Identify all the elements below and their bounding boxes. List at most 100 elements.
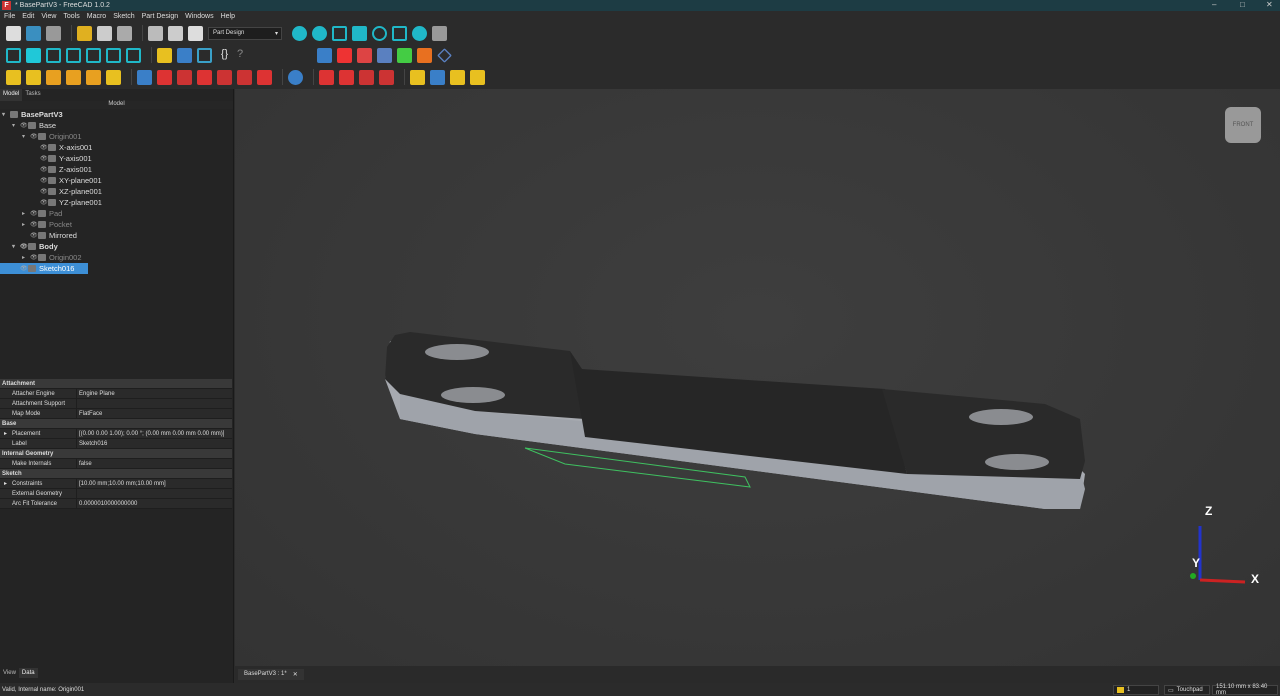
pipe-icon[interactable]	[66, 69, 81, 85]
expand-arrow-icon[interactable]: ▸	[4, 480, 7, 487]
expand-arrow-icon[interactable]: ▸	[22, 254, 30, 261]
tab-view[interactable]: View	[0, 668, 19, 678]
close-button[interactable]: ✕	[1266, 0, 1273, 9]
menu-macro[interactable]: Macro	[87, 13, 106, 20]
visibility-eye-icon[interactable]: 👁	[30, 133, 38, 140]
navigation-cube[interactable]: FRONT	[1225, 107, 1261, 143]
property-value[interactable]: Engine Plane	[77, 391, 115, 397]
visibility-eye-icon[interactable]: 👁	[40, 166, 48, 173]
view-top-icon[interactable]	[46, 47, 61, 63]
polar-pattern-icon[interactable]	[450, 69, 465, 85]
menu-file[interactable]: File	[4, 13, 15, 20]
tree-item[interactable]: ▸ 👁 Pocket	[0, 219, 233, 230]
close-tab-icon[interactable]: ✕	[293, 671, 298, 678]
zoom-icon[interactable]	[412, 25, 427, 41]
visibility-eye-icon[interactable]: 👁	[30, 232, 38, 239]
property-row[interactable]: External Geometry	[0, 489, 232, 499]
linear-pattern-icon[interactable]	[430, 69, 445, 85]
view-right-icon[interactable]	[66, 47, 81, 63]
view-front-icon[interactable]	[26, 47, 41, 63]
pocket-icon[interactable]	[137, 69, 152, 85]
fit-selection-icon[interactable]	[312, 25, 327, 41]
navigation-style-selector[interactable]: ▭ Touchpad	[1164, 685, 1210, 695]
pad-icon[interactable]	[6, 69, 21, 85]
expand-arrow-icon[interactable]: ▸	[22, 210, 30, 217]
visibility-eye-icon[interactable]: 👁	[40, 155, 48, 162]
visibility-eye-icon[interactable]: 👁	[30, 254, 38, 261]
measure-icon[interactable]	[432, 25, 447, 41]
visibility-eye-icon[interactable]: 👁	[30, 221, 38, 228]
tree-item[interactable]: ▸ 👁 Origin002	[0, 252, 233, 263]
property-value[interactable]: Sketch016	[77, 441, 107, 447]
subtractive-loft-icon[interactable]	[197, 69, 212, 85]
visibility-eye-icon[interactable]: 👁	[20, 122, 28, 129]
tree-item[interactable]: 👁 X-axis001	[0, 142, 233, 153]
tree-item[interactable]: 👁 Z-axis001	[0, 164, 233, 175]
menu-windows[interactable]: Windows	[185, 13, 213, 20]
redo-icon[interactable]	[97, 25, 112, 41]
expand-arrow-icon[interactable]: ▸	[22, 221, 30, 228]
validate-sketch-icon[interactable]	[357, 47, 372, 63]
tree-item[interactable]: 👁 XZ-plane001	[0, 186, 233, 197]
expand-arrow-icon[interactable]: ▾	[12, 122, 20, 129]
thickness-icon[interactable]	[379, 69, 394, 85]
property-row[interactable]: Attachment Support	[0, 399, 232, 409]
visibility-eye-icon[interactable]: 👁	[30, 210, 38, 217]
shape-binder-icon[interactable]	[397, 47, 412, 63]
property-row[interactable]: Arc Fit Tolerance 0.0000010000000000	[0, 499, 232, 509]
menu-view[interactable]: View	[41, 13, 56, 20]
fillet-icon[interactable]	[319, 69, 334, 85]
hole-icon[interactable]	[157, 69, 172, 85]
groove-icon[interactable]	[177, 69, 192, 85]
draft-icon[interactable]	[359, 69, 374, 85]
tree-item[interactable]: ▾ 👁 Body	[0, 241, 233, 252]
loft-icon[interactable]	[46, 69, 61, 85]
body-icon[interactable]	[317, 47, 332, 63]
subtractive-pipe-icon[interactable]	[217, 69, 232, 85]
tab-model[interactable]: Model	[0, 89, 23, 101]
datum-point-icon[interactable]	[377, 47, 392, 63]
property-row[interactable]: Make Internals false	[0, 459, 232, 469]
dimension-display[interactable]: 151.10 mm x 83.40 mm	[1212, 684, 1278, 696]
subtractive-primitive-icon[interactable]	[257, 69, 272, 85]
chamfer-icon[interactable]	[339, 69, 354, 85]
revolution-icon[interactable]	[26, 69, 41, 85]
maximize-button[interactable]: □	[1240, 0, 1245, 9]
menu-edit[interactable]: Edit	[22, 13, 34, 20]
property-value[interactable]: FlatFace	[77, 411, 102, 417]
additive-primitive-icon[interactable]	[106, 69, 121, 85]
visibility-eye-icon[interactable]: 👁	[40, 177, 48, 184]
property-row[interactable]: Map Mode FlatFace	[0, 409, 232, 419]
view-rear-icon[interactable]	[86, 47, 101, 63]
tree-item[interactable]: ▾ 👁 Origin001	[0, 131, 233, 142]
tree-item[interactable]: 👁 Y-axis001	[0, 153, 233, 164]
tree-item[interactable]: ▸ 👁 Pad	[0, 208, 233, 219]
std-views-icon[interactable]	[332, 25, 347, 41]
property-row[interactable]: Label Sketch016	[0, 439, 232, 449]
helix-icon[interactable]	[86, 69, 101, 85]
tree-item[interactable]: 👁 Sketch016	[0, 263, 88, 274]
workbench-selector[interactable]: Part Design ▾	[208, 26, 282, 40]
tree-item[interactable]: 👁 YZ-plane001	[0, 197, 233, 208]
3d-viewport[interactable]: FRONT Z Y X	[235, 89, 1280, 666]
view-isometric-icon[interactable]	[6, 47, 21, 63]
expand-arrow-icon[interactable]: ▾	[12, 243, 20, 250]
visibility-eye-icon[interactable]: 👁	[20, 243, 28, 250]
property-row[interactable]: ▸ Placement [(0.00 0.00 1.00); 0.00 °; (0.…	[0, 429, 232, 439]
clone-icon[interactable]	[417, 47, 432, 63]
subtractive-helix-icon[interactable]	[237, 69, 252, 85]
view-bottom-icon[interactable]	[106, 47, 121, 63]
property-row[interactable]: Attacher Engine Engine Plane	[0, 389, 232, 399]
menu-tools[interactable]: Tools	[63, 13, 79, 20]
new-file-icon[interactable]	[6, 25, 21, 41]
menu-part-design[interactable]: Part Design	[142, 13, 179, 20]
expand-arrow-icon[interactable]: ▾	[22, 133, 30, 140]
group-icon[interactable]	[177, 47, 192, 63]
whats-this-icon[interactable]: ?	[237, 48, 252, 63]
expand-arrow-icon[interactable]: ▸	[4, 430, 7, 437]
fit-all-icon[interactable]	[292, 25, 307, 41]
save-icon[interactable]	[46, 25, 61, 41]
property-value[interactable]: false	[77, 461, 92, 467]
tab-data[interactable]: Data	[18, 668, 38, 678]
copy-icon[interactable]	[168, 25, 183, 41]
